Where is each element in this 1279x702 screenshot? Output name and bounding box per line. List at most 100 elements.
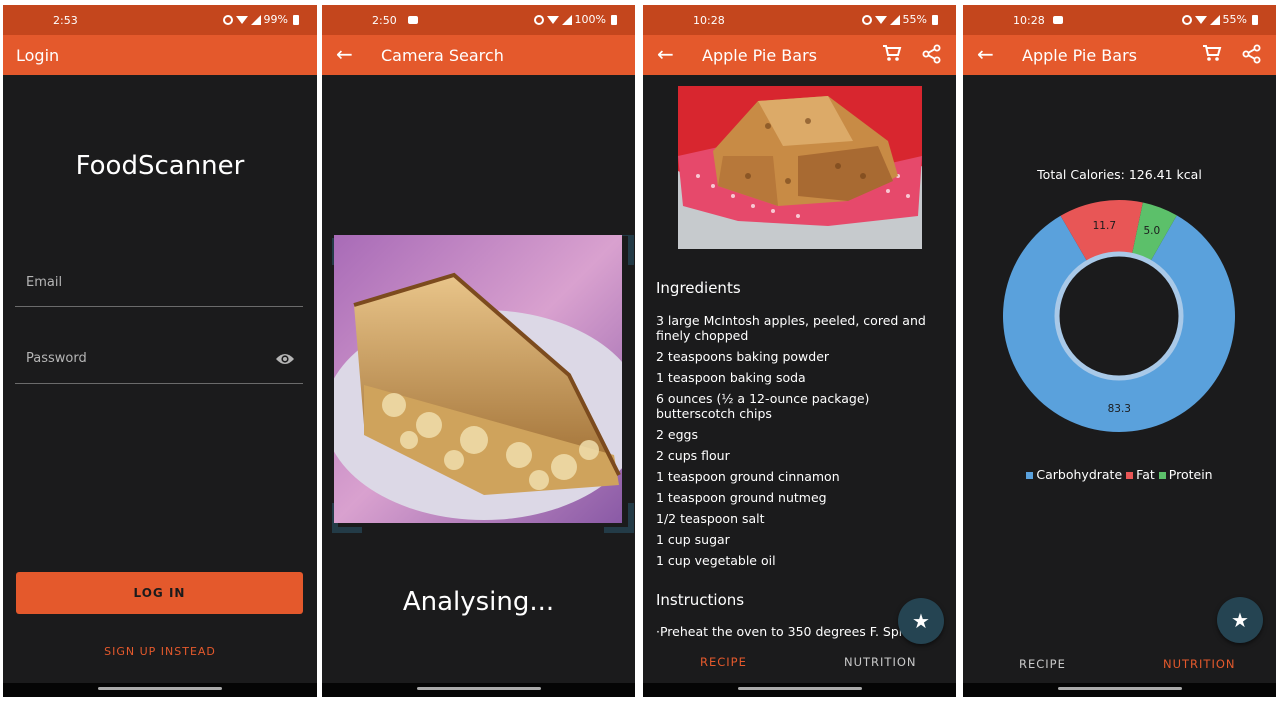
login-button[interactable]: LOG IN [16, 572, 303, 614]
home-indicator[interactable] [1057, 687, 1182, 690]
list-item: 1 teaspoon ground cinnamon [656, 469, 840, 484]
list-item: 1 teaspoon ground nutmeg [656, 490, 827, 505]
battery-percent: 55% [1222, 13, 1247, 26]
list-item: 1 cup vegetable oil [656, 553, 776, 568]
status-bar: 2:53 99% [3, 5, 317, 35]
list-item: 3 large McIntosh apples, peeled, cored a… [656, 313, 926, 343]
page-title: Login [16, 46, 60, 65]
captured-food-photo [334, 235, 622, 523]
nutrition-screen: 10:28 55% ← Apple Pie Bars Total Calorie… [963, 5, 1276, 697]
favorite-button[interactable]: ★ [898, 598, 944, 644]
recipe-photo [678, 86, 922, 249]
list-item: 2 teaspoons baking powder [656, 349, 830, 364]
home-indicator[interactable] [98, 687, 222, 690]
battery-percent: 99% [263, 13, 288, 26]
password-field[interactable]: Password [26, 351, 87, 366]
wifi-icon [235, 15, 248, 24]
list-item: 6 ounces (½ a 12-ounce package) buttersc… [656, 391, 870, 421]
email-field[interactable]: Email [26, 275, 62, 290]
nav-bar [3, 683, 317, 697]
status-bar: 10:28 55% [963, 5, 1276, 35]
tab-nutrition[interactable]: NUTRITION [1163, 657, 1236, 671]
ingredients-list: 3 large McIntosh apples, peeled, cored a… [656, 313, 936, 574]
share-icon[interactable] [922, 44, 942, 64]
nutrition-donut-chart: 83.3 11.7 5.0 [1003, 200, 1235, 432]
tab-bar: RECIPE NUTRITION [963, 652, 1276, 682]
star-icon: ★ [1231, 608, 1249, 632]
legend-label: Protein [1168, 467, 1213, 482]
image-indicator-icon [1053, 16, 1063, 24]
arrow-left-icon[interactable]: ← [336, 43, 353, 65]
status-time: 2:50 [372, 14, 397, 27]
battery-icon [1252, 14, 1258, 25]
slice-label-protein: 5.0 [1143, 225, 1160, 237]
battery-icon [611, 14, 617, 25]
camera-search-screen: 2:50 100% ← Camera Search Analysing... [322, 5, 635, 697]
nav-bar [322, 683, 635, 697]
cart-icon[interactable] [882, 44, 902, 62]
nav-bar [643, 683, 956, 697]
status-time: 10:28 [693, 14, 725, 27]
battery-icon [293, 14, 299, 25]
tab-nutrition[interactable]: NUTRITION [844, 655, 917, 669]
legend-label: Fat [1136, 467, 1155, 482]
status-icons: 99% [222, 13, 299, 26]
signal-icon [1209, 14, 1220, 25]
list-item: 2 eggs [656, 427, 698, 442]
tab-bar: RECIPE NUTRITION [643, 650, 956, 680]
page-title: Apple Pie Bars [702, 46, 817, 65]
arrow-left-icon[interactable]: ← [977, 43, 994, 65]
instructions-text: ·Preheat the oven to 350 degrees F. Spra… [656, 624, 919, 639]
page-title: Apple Pie Bars [1022, 46, 1137, 65]
legend-item-carbohydrate: Carbohydrate [1026, 467, 1122, 482]
list-item: 2 cups flour [656, 448, 730, 463]
home-indicator[interactable] [737, 687, 862, 690]
nav-bar [963, 683, 1276, 697]
status-icons: 55% [1181, 13, 1258, 26]
camera-indicator-icon [408, 16, 418, 24]
legend-swatch [1026, 472, 1034, 479]
legend-label: Carbohydrate [1036, 467, 1123, 482]
battery-percent: 100% [574, 13, 606, 26]
slice-label-fat: 11.7 [1093, 220, 1116, 232]
app-brand-title: FoodScanner [75, 151, 245, 181]
legend-swatch [1126, 472, 1134, 479]
share-icon[interactable] [1242, 44, 1262, 64]
status-bar: 10:28 55% [643, 5, 956, 35]
signal-icon [250, 14, 261, 25]
wifi-icon [874, 15, 887, 24]
eye-icon[interactable] [275, 352, 295, 366]
legend-item-protein: Protein [1158, 467, 1213, 482]
list-item: 1 teaspoon baking soda [656, 370, 806, 385]
app-bar: ← Apple Pie Bars [643, 35, 956, 75]
cart-icon[interactable] [1202, 44, 1222, 62]
signup-link[interactable]: SIGN UP INSTEAD [3, 645, 317, 658]
alarm-icon [533, 14, 544, 25]
ingredients-heading: Ingredients [656, 279, 741, 297]
signal-icon [561, 14, 572, 25]
donut-hole [1060, 257, 1178, 375]
arrow-left-icon[interactable]: ← [657, 43, 674, 65]
password-underline [15, 383, 303, 384]
home-indicator[interactable] [416, 687, 541, 690]
tab-recipe[interactable]: RECIPE [1019, 657, 1066, 671]
legend-swatch [1158, 472, 1166, 479]
status-icons: 55% [861, 13, 938, 26]
alarm-icon [222, 14, 233, 25]
app-bar: ← Apple Pie Bars [963, 35, 1276, 75]
favorite-button[interactable]: ★ [1217, 597, 1263, 643]
analysing-status: Analysing... [402, 587, 555, 617]
app-bar: ← Camera Search [322, 35, 635, 75]
list-item: 1 cup sugar [656, 532, 730, 547]
legend-item-fat: Fat [1126, 467, 1155, 482]
app-bar: Login [3, 35, 317, 75]
email-underline [15, 306, 303, 307]
battery-icon [932, 14, 938, 25]
status-time: 10:28 [1013, 14, 1045, 27]
wifi-icon [546, 15, 559, 24]
tab-recipe[interactable]: RECIPE [700, 655, 747, 669]
star-icon: ★ [912, 609, 930, 633]
page-title: Camera Search [381, 46, 504, 65]
signal-icon [889, 14, 900, 25]
status-time: 2:53 [53, 14, 78, 27]
